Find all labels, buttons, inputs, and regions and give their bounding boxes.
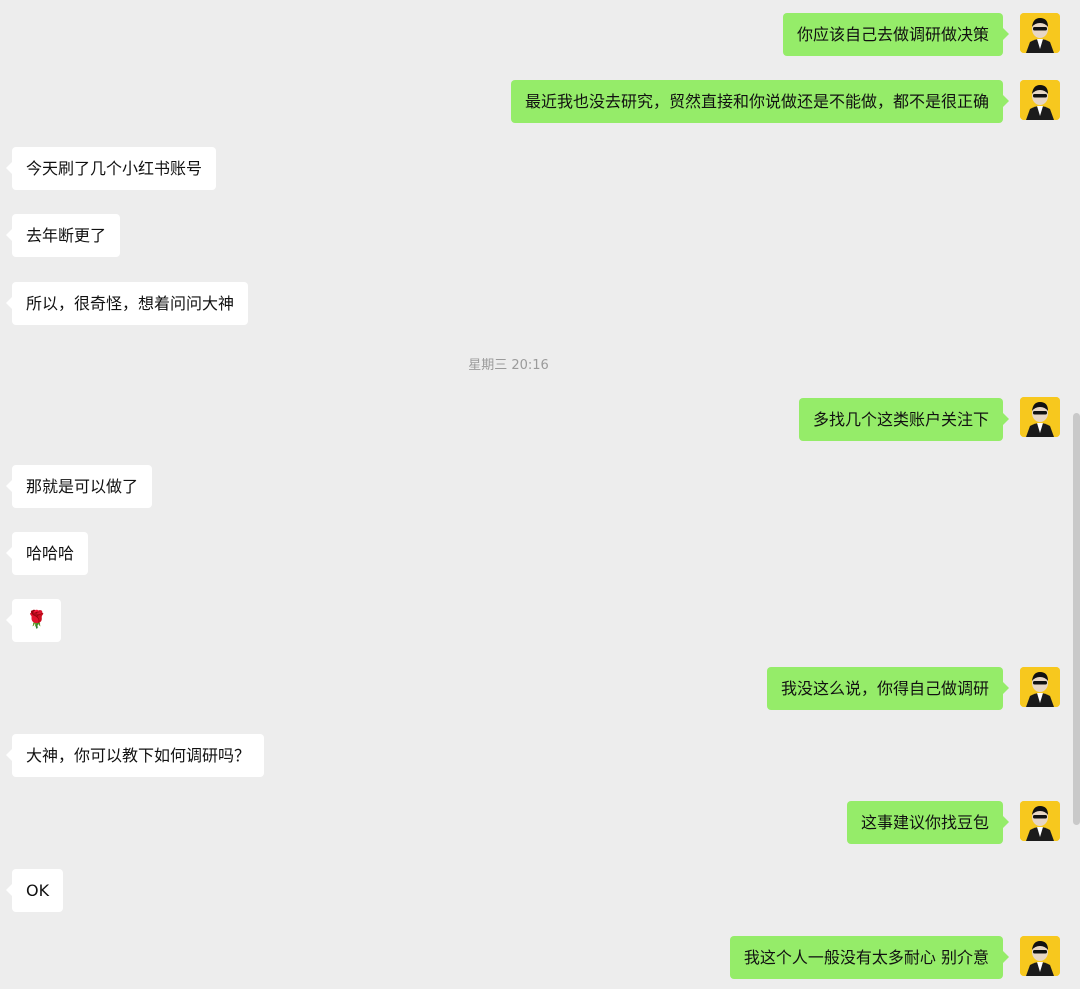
avatar[interactable] bbox=[1020, 801, 1060, 841]
man-in-suit-avatar-icon bbox=[1020, 397, 1060, 437]
man-in-suit-avatar-icon bbox=[1020, 13, 1060, 53]
chat-area: 你应该自己去做调研做决策 最近我也没去研究，贸然直接和你说做还是不能做，都不是很… bbox=[0, 0, 1080, 989]
received-message-bubble[interactable]: 哈哈哈 bbox=[5, 532, 89, 575]
timestamp: 星期三 20:16 bbox=[468, 358, 549, 373]
avatar[interactable] bbox=[1020, 397, 1060, 437]
received-message-bubble[interactable]: 那就是可以做了 bbox=[5, 465, 153, 508]
sent-message-bubble[interactable]: 你应该自己去做调研做决策 bbox=[782, 13, 1010, 56]
avatar[interactable] bbox=[1020, 80, 1060, 120]
sent-message-bubble[interactable]: 我没这么说，你得自己做调研 bbox=[766, 667, 1010, 710]
avatar[interactable] bbox=[1020, 936, 1060, 976]
received-message-bubble[interactable]: 今天刷了几个小红书账号 bbox=[5, 147, 217, 190]
sent-message-bubble[interactable]: 我这个人一般没有太多耐心 别介意 bbox=[729, 936, 1010, 979]
sent-message-bubble[interactable]: 多找几个这类账户关注下 bbox=[798, 398, 1010, 441]
received-message-bubble[interactable]: 🌹 bbox=[5, 599, 62, 642]
scrollbar[interactable] bbox=[1073, 413, 1080, 825]
received-message-bubble[interactable]: 所以，很奇怪，想着问问大神 bbox=[5, 282, 249, 325]
avatar[interactable] bbox=[1020, 13, 1060, 53]
sent-message-bubble[interactable]: 这事建议你找豆包 bbox=[846, 801, 1010, 844]
man-in-suit-avatar-icon bbox=[1020, 936, 1060, 976]
received-message-bubble[interactable]: OK bbox=[5, 869, 64, 912]
man-in-suit-avatar-icon bbox=[1020, 801, 1060, 841]
received-message-bubble[interactable]: 大神，你可以教下如何调研吗？ bbox=[5, 734, 265, 777]
sent-message-bubble[interactable]: 最近我也没去研究，贸然直接和你说做还是不能做，都不是很正确 bbox=[510, 80, 1010, 123]
man-in-suit-avatar-icon bbox=[1020, 80, 1060, 120]
avatar[interactable] bbox=[1020, 667, 1060, 707]
man-in-suit-avatar-icon bbox=[1020, 667, 1060, 707]
received-message-bubble[interactable]: 去年断更了 bbox=[5, 214, 121, 257]
